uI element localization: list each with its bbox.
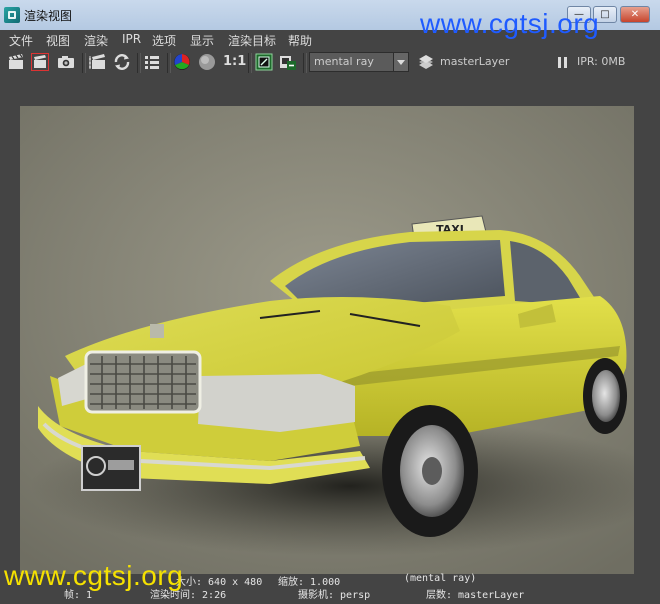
toolbar-separator xyxy=(82,53,86,73)
chevron-down-icon[interactable] xyxy=(393,53,408,71)
alpha-channel-icon[interactable] xyxy=(198,53,216,71)
rendered-image: TAXI xyxy=(20,106,634,574)
renderer-selected: mental ray xyxy=(314,55,374,68)
toolbar-separator xyxy=(248,53,252,73)
menu-view[interactable]: 视图 xyxy=(46,32,70,49)
watermark-top: www.cgtsj.org xyxy=(420,8,600,39)
toolbar-separator xyxy=(137,53,141,73)
render-region-icon xyxy=(34,55,46,68)
menu-render[interactable]: 渲染 xyxy=(84,32,108,49)
close-button[interactable]: ✕ xyxy=(620,6,650,23)
render-region-button[interactable] xyxy=(31,53,49,71)
menu-options[interactable]: 选项 xyxy=(152,32,176,49)
snapshot-camera-icon[interactable] xyxy=(57,53,75,71)
menu-ipr[interactable]: IPR xyxy=(122,32,141,46)
renderer-dropdown[interactable]: mental ray xyxy=(309,52,409,72)
keep-image-icon[interactable] xyxy=(255,53,273,71)
remove-image-icon[interactable] xyxy=(279,53,297,71)
status-layer: 层数: masterLayer xyxy=(426,590,525,601)
render-clapper-icon[interactable] xyxy=(7,53,25,71)
toolbar-separator xyxy=(167,53,171,73)
app-icon xyxy=(4,7,20,23)
render-layer-label: masterLayer xyxy=(440,55,510,68)
render-toolbar: 1:1 mental ray masterLayer IPR: 0MB xyxy=(0,49,660,77)
render-viewport[interactable]: TAXI 大小: 640 x 480 缩放: 1.000 (mental ray… xyxy=(0,76,660,604)
menu-file[interactable]: 文件 xyxy=(9,32,33,49)
rgb-channels-icon[interactable] xyxy=(173,53,191,71)
refresh-icon[interactable] xyxy=(113,53,131,71)
toolbar-separator xyxy=(303,53,307,73)
real-size-button[interactable]: 1:1 xyxy=(223,54,246,69)
render-sequence-icon[interactable] xyxy=(89,53,107,71)
ipr-memory-label: IPR: 0MB xyxy=(577,55,626,68)
menu-render-target[interactable]: 渲染目标 xyxy=(228,32,276,49)
status-renderer: (mental ray) xyxy=(404,573,477,584)
render-layers-icon[interactable] xyxy=(143,53,161,71)
window-title: 渲染视图 xyxy=(24,9,73,23)
menu-display[interactable]: 显示 xyxy=(190,32,214,49)
render-layer-icon[interactable] xyxy=(417,53,435,71)
pause-icon[interactable] xyxy=(556,53,570,71)
menu-help[interactable]: 帮助 xyxy=(288,32,312,49)
watermark-bottom: www.cgtsj.org xyxy=(4,560,184,591)
status-camera: 摄影机: persp xyxy=(298,590,371,601)
